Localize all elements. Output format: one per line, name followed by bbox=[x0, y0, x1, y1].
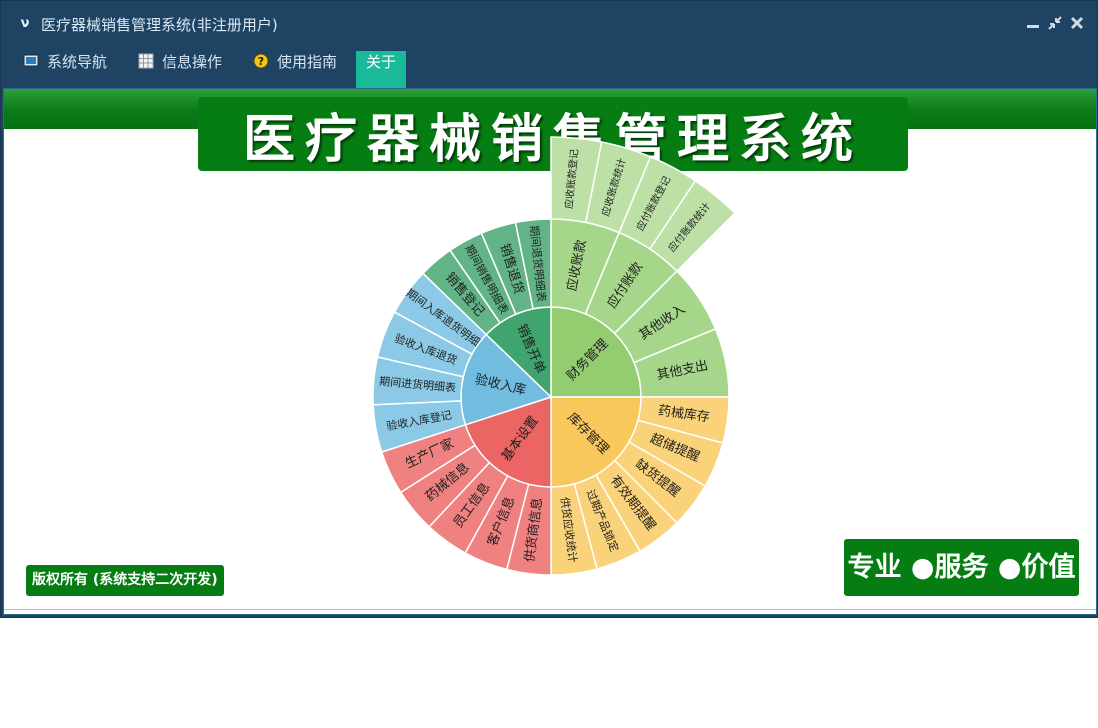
minimize-icon[interactable] bbox=[1024, 14, 1042, 32]
menu-item-user-guide[interactable]: ? 使用指南 bbox=[253, 51, 337, 88]
app-logo-icon: ν bbox=[20, 16, 30, 31]
svg-text:?: ? bbox=[258, 55, 264, 68]
content-panel: 医疗器械销售管理系统 财务管理应收账款应付账款其他收入其他支出库存管理药械库存超… bbox=[3, 88, 1097, 615]
restore-icon[interactable] bbox=[1046, 14, 1064, 32]
menu-item-about[interactable]: 关于 bbox=[356, 51, 407, 88]
divider bbox=[4, 609, 1096, 610]
menu-item-label: 信息操作 bbox=[162, 53, 223, 71]
menu-item-label: 使用指南 bbox=[277, 53, 338, 71]
title-bar[interactable]: ν 医疗器械销售管理系统(非注册用户) bbox=[1, 1, 1097, 47]
copyright-label: 版权所有 (系统支持二次开发) bbox=[26, 565, 224, 596]
monitor-icon bbox=[23, 53, 39, 69]
menu-item-info-ops[interactable]: 信息操作 bbox=[138, 51, 222, 88]
menu-item-label: 关于 bbox=[366, 53, 397, 71]
close-icon[interactable] bbox=[1068, 14, 1086, 32]
window-title: 医疗器械销售管理系统(非注册用户) bbox=[41, 16, 278, 34]
menu-bar: 系统导航 信息操作 ? 使用指南 关于 bbox=[1, 51, 1097, 88]
app-window: ν 医疗器械销售管理系统(非注册用户) 系统导航 信息操作 ? 使用指南 关于 … bbox=[0, 0, 1098, 618]
slogan-badge: 专业 ●服务 ●价值 bbox=[844, 539, 1079, 596]
menu-item-system-nav[interactable]: 系统导航 bbox=[23, 51, 107, 88]
grid-icon bbox=[138, 53, 154, 69]
module-sunburst-chart: 财务管理应收账款 应付账款其他收入其他支出库存管理 药械库存超储提醒缺货提醒有效期提… bbox=[372, 136, 736, 576]
menu-item-label: 系统导航 bbox=[47, 53, 108, 71]
help-icon: ? bbox=[253, 53, 269, 69]
